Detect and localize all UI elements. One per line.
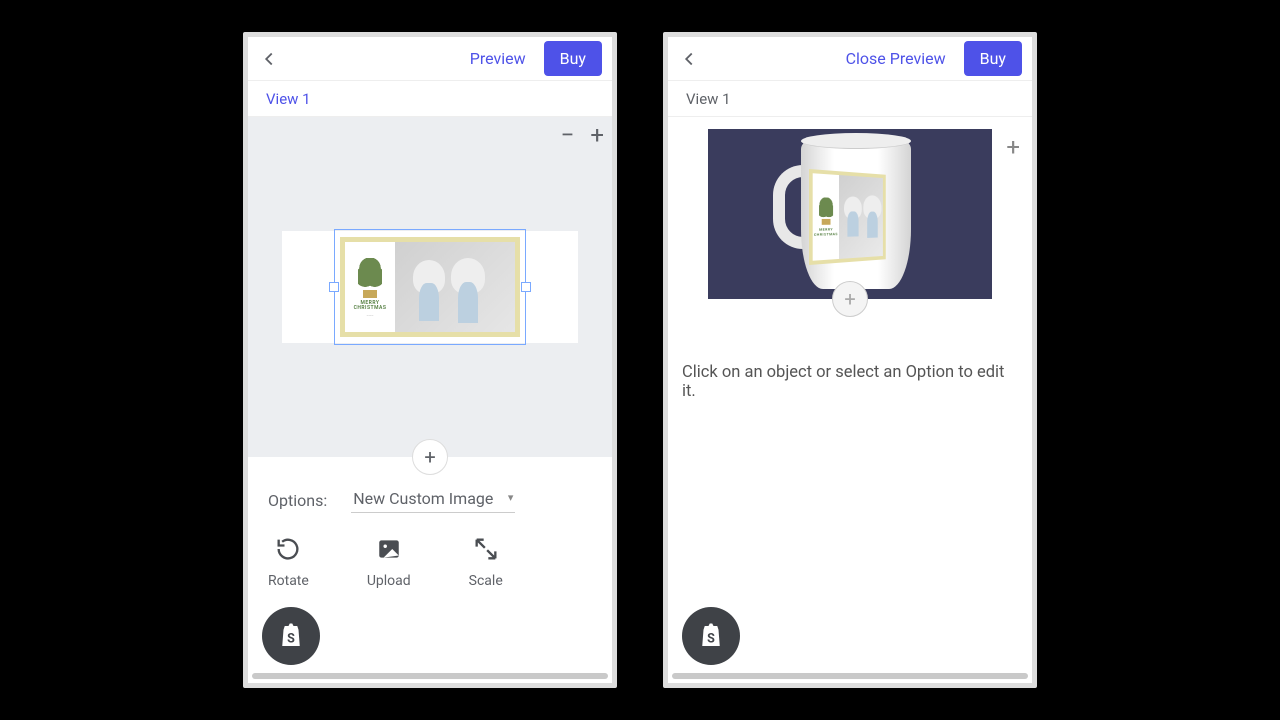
topbar: Close Preview Buy: [668, 37, 1032, 81]
add-element-button[interactable]: +: [832, 281, 868, 317]
svg-text:S: S: [707, 631, 715, 646]
add-element-button[interactable]: +: [412, 439, 448, 475]
zoom-in-button[interactable]: +: [1006, 135, 1020, 159]
options-label: Options:: [268, 491, 327, 510]
buy-button[interactable]: Buy: [544, 41, 602, 76]
shopify-badge[interactable]: S: [682, 607, 740, 665]
shopify-badge[interactable]: S: [262, 607, 320, 665]
rotate-label: Rotate: [268, 573, 309, 589]
preview-canvas[interactable]: MERRY CHRISTMAS +: [708, 129, 992, 299]
topbar: Preview Buy: [248, 37, 612, 81]
tools-row: Rotate Upload Scale: [248, 521, 612, 603]
buy-button[interactable]: Buy: [964, 41, 1022, 76]
scrollbar[interactable]: [672, 673, 1028, 679]
svg-text:S: S: [287, 631, 295, 646]
scale-label: Scale: [469, 573, 503, 589]
resize-handle-right[interactable]: [521, 282, 531, 292]
scale-tool[interactable]: Scale: [469, 535, 503, 589]
zoom-controls: − +: [561, 123, 604, 147]
rotate-icon: [274, 535, 302, 563]
view-tab[interactable]: View 1: [248, 81, 612, 117]
options-dropdown[interactable]: New Custom Image: [351, 487, 515, 513]
scrollbar[interactable]: [252, 673, 608, 679]
resize-handle-left[interactable]: [329, 282, 339, 292]
mug-rim: [801, 133, 911, 149]
mug-artwork: MERRY CHRISTMAS: [809, 169, 886, 265]
close-preview-button[interactable]: Close Preview: [834, 43, 958, 74]
greeting-text: MERRY CHRISTMAS: [814, 228, 838, 237]
back-icon[interactable]: [678, 48, 700, 70]
preview-hint: Click on an object or select an Option t…: [668, 307, 1032, 411]
upload-label: Upload: [367, 573, 411, 589]
mug-preview: MERRY CHRISTMAS: [775, 129, 925, 299]
upload-tool[interactable]: Upload: [367, 535, 411, 589]
editor-panel: Preview Buy View 1 − + MERRY CHRISTMAS —: [243, 32, 617, 688]
preview-area: − + MERRY CHRISTMAS: [668, 117, 1032, 683]
pot-icon: [822, 219, 831, 225]
image-icon: [375, 535, 403, 563]
selection-box[interactable]: [334, 229, 526, 345]
tree-icon: [819, 197, 833, 221]
design-canvas[interactable]: − + MERRY CHRISTMAS ———: [248, 117, 612, 457]
zoom-in-button[interactable]: +: [590, 123, 604, 147]
rotate-tool[interactable]: Rotate: [268, 535, 309, 589]
preview-panel: Close Preview Buy View 1 − + ME: [663, 32, 1037, 688]
preview-button[interactable]: Preview: [458, 43, 538, 74]
photo-area: [839, 175, 883, 259]
zoom-out-button[interactable]: −: [561, 123, 575, 147]
design-surface[interactable]: MERRY CHRISTMAS ———: [282, 231, 578, 343]
scale-icon: [472, 535, 500, 563]
back-icon[interactable]: [258, 48, 280, 70]
view-tab[interactable]: View 1: [668, 81, 1032, 117]
